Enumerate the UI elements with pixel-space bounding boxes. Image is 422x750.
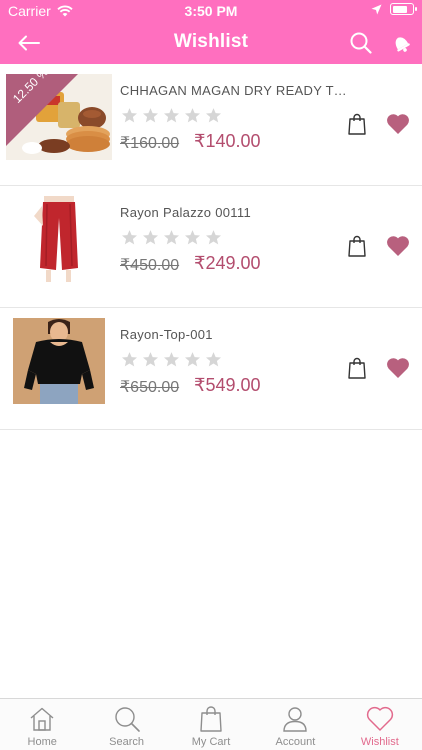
add-to-cart-button[interactable] xyxy=(347,235,367,257)
tab-my-cart[interactable]: My Cart xyxy=(169,699,253,750)
app-header: Wishlist xyxy=(0,22,422,64)
star-icon xyxy=(205,230,222,245)
battery-icon xyxy=(390,3,417,15)
star-icon xyxy=(184,230,201,245)
product-image-top[interactable] xyxy=(6,318,112,404)
star-icon xyxy=(121,108,138,123)
notifications-button[interactable] xyxy=(388,30,414,56)
location-icon xyxy=(371,4,382,14)
star-icon xyxy=(184,352,201,367)
remove-from-wishlist-button[interactable] xyxy=(386,357,410,379)
original-price: ₹160.00 xyxy=(120,135,180,152)
heart-icon xyxy=(387,358,409,378)
wishlist-item[interactable]: Rayon Palazzo 00111 ₹450.00 ₹249.00 xyxy=(0,186,422,308)
search-button[interactable] xyxy=(348,30,374,56)
discount-ribbon xyxy=(6,74,78,146)
star-icon xyxy=(142,352,159,367)
wishlist-item[interactable]: 12.50 % CHHAGAN MAGAN DRY READY TO EAT K… xyxy=(0,64,422,186)
tab-home[interactable]: Home xyxy=(0,699,84,750)
rating-stars xyxy=(121,107,222,124)
bottom-tab-bar: Home Search My Cart Account Wishlist xyxy=(0,698,422,750)
bell-icon xyxy=(395,37,410,52)
home-icon xyxy=(30,707,54,731)
product-title[interactable]: CHHAGAN MAGAN DRY READY TO EAT KHAKHRA xyxy=(120,83,352,98)
star-icon xyxy=(163,352,180,367)
status-right xyxy=(371,3,417,15)
tab-label: Home xyxy=(27,736,57,748)
star-icon xyxy=(142,230,159,245)
tab-label: Wishlist xyxy=(360,736,399,748)
sale-price: ₹140.00 xyxy=(194,131,261,151)
add-to-cart-button[interactable] xyxy=(347,113,367,135)
remove-from-wishlist-button[interactable] xyxy=(386,235,410,257)
sale-price: ₹249.00 xyxy=(194,253,261,273)
product-image-khakhra[interactable]: 12.50 % xyxy=(6,74,112,160)
shopping-bag-icon xyxy=(348,113,366,135)
status-bar: Carrier 3:50 PM xyxy=(0,0,422,22)
add-to-cart-button[interactable] xyxy=(347,357,367,379)
sale-price: ₹549.00 xyxy=(194,375,261,395)
clock: 3:50 PM xyxy=(184,3,238,19)
tab-account[interactable]: Account xyxy=(253,699,337,750)
heart-icon xyxy=(387,236,409,256)
product-title[interactable]: Rayon Palazzo 00111 xyxy=(120,205,352,220)
rating-stars xyxy=(121,229,222,246)
rayon-top-image xyxy=(13,318,105,404)
star-icon xyxy=(205,108,222,123)
original-price: ₹650.00 xyxy=(120,379,180,396)
search-icon xyxy=(350,32,372,54)
remove-from-wishlist-button[interactable] xyxy=(386,113,410,135)
star-icon xyxy=(163,108,180,123)
product-title[interactable]: Rayon-Top-001 xyxy=(120,327,352,342)
star-icon xyxy=(142,108,159,123)
heart-icon xyxy=(366,706,393,731)
rating-stars xyxy=(121,351,222,368)
tab-label: My Cart xyxy=(191,736,231,748)
tab-label: Account xyxy=(275,736,316,748)
star-icon xyxy=(184,108,201,123)
tab-wishlist[interactable]: Wishlist xyxy=(338,699,422,750)
battery-level xyxy=(392,5,407,13)
star-icon xyxy=(121,230,138,245)
wishlist-items: 12.50 % CHHAGAN MAGAN DRY READY TO EAT K… xyxy=(0,64,422,430)
cart-bag-icon xyxy=(200,706,222,732)
palazzo-image xyxy=(6,196,112,282)
original-price: ₹450.00 xyxy=(120,257,180,274)
search-icon xyxy=(114,707,140,732)
wishlist-item[interactable]: Rayon-Top-001 ₹650.00 ₹549.00 xyxy=(0,308,422,430)
star-icon xyxy=(163,230,180,245)
tab-label: Search xyxy=(109,736,145,748)
heart-icon xyxy=(387,114,409,134)
tab-search[interactable]: Search xyxy=(84,699,168,750)
star-icon xyxy=(121,352,138,367)
star-icon xyxy=(205,352,222,367)
shopping-bag-icon xyxy=(348,357,366,379)
top-bar: Carrier 3:50 PM Wishlist xyxy=(0,0,422,64)
product-image-palazzo[interactable] xyxy=(6,196,112,282)
user-icon xyxy=(283,707,308,732)
shopping-bag-icon xyxy=(348,235,366,257)
